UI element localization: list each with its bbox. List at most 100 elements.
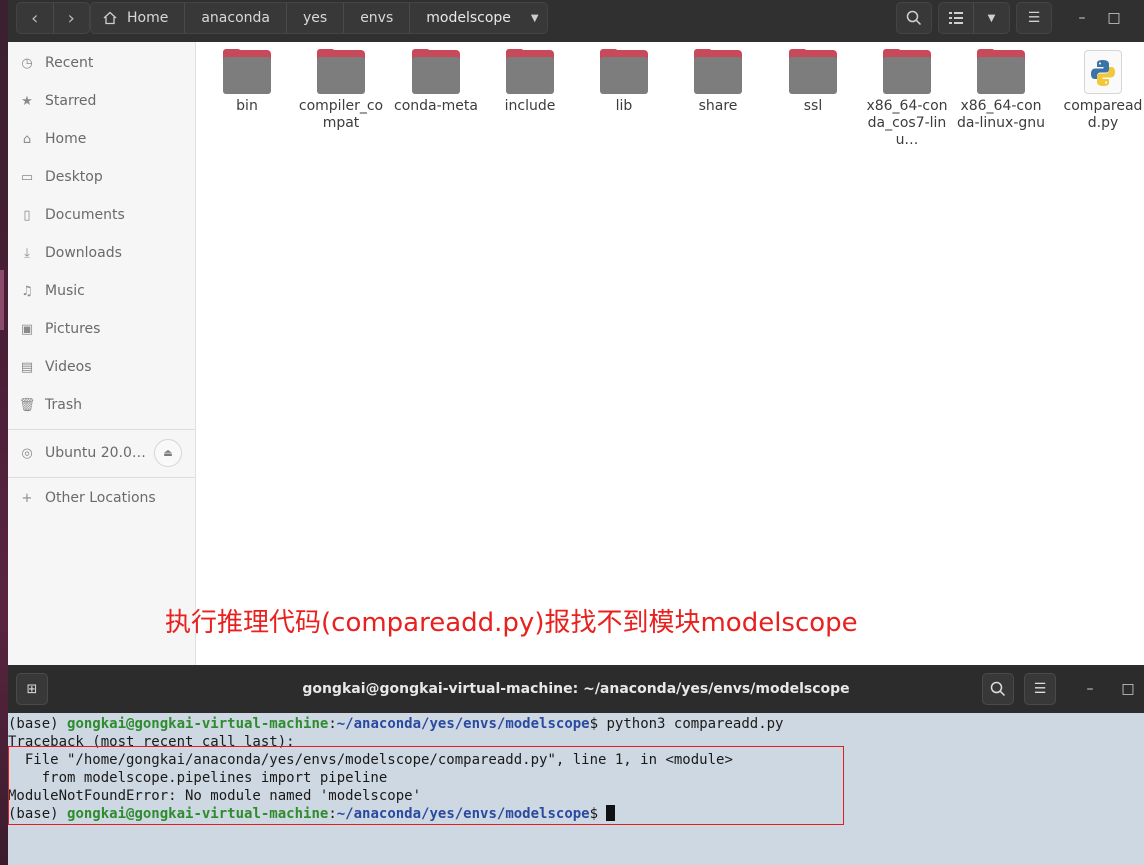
home-icon: ⌂: [22, 131, 32, 147]
terminal-line: (base) gongkai@gongkai-virtual-machine:~…: [8, 715, 1144, 733]
folder-item[interactable]: x86_64-conda-linux-gnu: [957, 49, 1046, 132]
star-icon: ★: [21, 93, 33, 109]
menu-button[interactable]: ☰: [1016, 2, 1052, 34]
breadcrumb-label: anaconda: [201, 10, 270, 26]
folder-icon: [977, 49, 1025, 94]
sidebar-item-trash[interactable]: 🗑 Trash: [8, 387, 196, 423]
eject-button[interactable]: ⏏: [154, 439, 182, 467]
forward-button[interactable]: ›: [52, 3, 90, 33]
trash-icon: 🗑: [18, 397, 36, 413]
sidebar-item-label: Recent: [45, 55, 94, 71]
conda-env: (base): [8, 716, 68, 732]
desktop-icon: ▭: [20, 169, 34, 185]
prompt-symbol: $: [589, 716, 607, 732]
sidebar-item-downloads[interactable]: ⤓ Downloads: [8, 235, 196, 271]
folder-item[interactable]: lib: [580, 49, 668, 115]
terminal-maximize-button[interactable]: □: [1116, 677, 1140, 701]
minimize-icon: –: [1086, 681, 1094, 697]
python-file-item[interactable]: compareadd.py: [1059, 50, 1144, 132]
navigation-buttons: ‹ ›: [16, 2, 90, 34]
sidebar-item-label: Videos: [45, 359, 92, 375]
picture-icon: ▣: [20, 321, 34, 337]
file-name: compareadd.py: [1063, 98, 1143, 131]
maximize-icon: □: [1121, 681, 1135, 697]
file-name: x86_64-conda-linux-gnu: [957, 98, 1046, 131]
folder-item[interactable]: x86_64-conda_cos7-linu…: [863, 49, 951, 149]
document-icon: ▯: [23, 207, 31, 223]
folder-item[interactable]: include: [486, 49, 574, 115]
folder-item[interactable]: compiler_compat: [297, 49, 385, 132]
sidebar-item-other-locations[interactable]: + Other Locations: [8, 480, 196, 516]
clock-icon: ◷: [21, 55, 33, 71]
plus-icon: +: [21, 490, 33, 506]
sidebar-item-music[interactable]: ♫ Music: [8, 273, 196, 309]
back-button[interactable]: ‹: [17, 3, 53, 33]
file-name: bin: [236, 98, 258, 114]
breadcrumb-modelscope[interactable]: modelscope ▼: [410, 3, 546, 33]
folder-icon: [789, 49, 837, 94]
sidebar-item-ubuntu-drive[interactable]: ◎ Ubuntu 20.0… ⏏: [8, 435, 196, 471]
sidebar-item-videos[interactable]: ▤ Videos: [8, 349, 196, 385]
breadcrumb-envs[interactable]: envs: [344, 3, 411, 33]
folder-icon: [600, 49, 648, 94]
terminal-menu-button[interactable]: ☰: [1024, 673, 1056, 705]
sidebar-item-label: Music: [45, 283, 85, 299]
file-grid: bin compiler_compat conda-meta include l…: [196, 42, 1144, 665]
folder-item[interactable]: ssl: [769, 49, 857, 115]
folder-item[interactable]: conda-meta: [392, 49, 480, 115]
breadcrumb-yes[interactable]: yes: [287, 3, 345, 33]
red-annotation-caption: 执行推理代码(compareadd.py)报找不到模块modelscope: [165, 608, 858, 638]
folder-item[interactable]: bin: [203, 49, 291, 115]
sidebar-item-label: Downloads: [45, 245, 122, 261]
folder-icon: [694, 49, 742, 94]
desktop-background: [0, 0, 8, 865]
python-logo-icon: [1091, 60, 1115, 86]
list-view-button[interactable]: [939, 3, 975, 33]
sidebar-item-label: Other Locations: [45, 490, 156, 506]
sidebar-item-desktop[interactable]: ▭ Desktop: [8, 159, 196, 195]
breadcrumb-anaconda[interactable]: anaconda: [185, 3, 287, 33]
view-options-group: ▼: [938, 2, 1010, 34]
chevron-left-icon: ‹: [31, 7, 39, 29]
search-icon: [906, 10, 922, 26]
prompt-separator: :: [328, 716, 337, 732]
python-file-icon: [1084, 50, 1122, 94]
hamburger-icon: ☰: [1027, 10, 1041, 26]
folder-icon: [412, 49, 460, 94]
list-view-icon: [949, 12, 963, 24]
folder-icon: [883, 49, 931, 94]
sidebar-item-label: Documents: [45, 207, 125, 223]
breadcrumb-home[interactable]: Home: [91, 3, 186, 33]
sidebar-item-label: Home: [45, 131, 87, 147]
sidebar-item-label: Trash: [45, 397, 82, 413]
hamburger-icon: ☰: [1033, 681, 1047, 697]
terminal-minimize-button[interactable]: –: [1078, 677, 1102, 701]
caret-down-icon: ▼: [530, 12, 539, 24]
sidebar-item-home[interactable]: ⌂ Home: [8, 121, 196, 157]
breadcrumb-label: yes: [302, 10, 328, 26]
sidebar-item-recent[interactable]: ◷ Recent: [8, 45, 196, 81]
sidebar-item-starred[interactable]: ★ Starred: [8, 83, 196, 119]
sidebar-divider: [8, 429, 196, 430]
terminal-window: ⊞ gongkai@gongkai-virtual-machine: ~/ana…: [8, 665, 1144, 865]
view-dropdown-button[interactable]: ▼: [974, 3, 1009, 33]
search-button[interactable]: [896, 2, 932, 34]
folder-icon: [317, 49, 365, 94]
working-directory: ~/anaconda/yes/envs/modelscope: [336, 716, 590, 732]
sidebar-item-label: Starred: [45, 93, 97, 109]
breadcrumb: Home anaconda yes envs modelscope ▼: [90, 2, 548, 34]
terminal-headerbar: ⊞ gongkai@gongkai-virtual-machine: ~/ana…: [8, 665, 1144, 713]
file-name: share: [698, 98, 738, 114]
folder-item[interactable]: share: [674, 49, 762, 115]
minimize-icon: –: [1078, 10, 1086, 26]
sidebar-item-pictures[interactable]: ▣ Pictures: [8, 311, 196, 347]
minimize-button[interactable]: –: [1070, 6, 1094, 30]
sidebar-item-documents[interactable]: ▯ Documents: [8, 197, 196, 233]
user-host: gongkai@gongkai-virtual-machine: [67, 716, 329, 732]
sidebar-divider: [8, 477, 196, 478]
maximize-button[interactable]: □: [1102, 6, 1126, 30]
terminal-search-button[interactable]: [982, 673, 1014, 705]
sidebar: ◷ Recent ★ Starred ⌂ Home ▭ Desktop ▯ Do…: [8, 42, 196, 665]
file-name: conda-meta: [394, 98, 478, 114]
folder-icon: [223, 49, 271, 94]
